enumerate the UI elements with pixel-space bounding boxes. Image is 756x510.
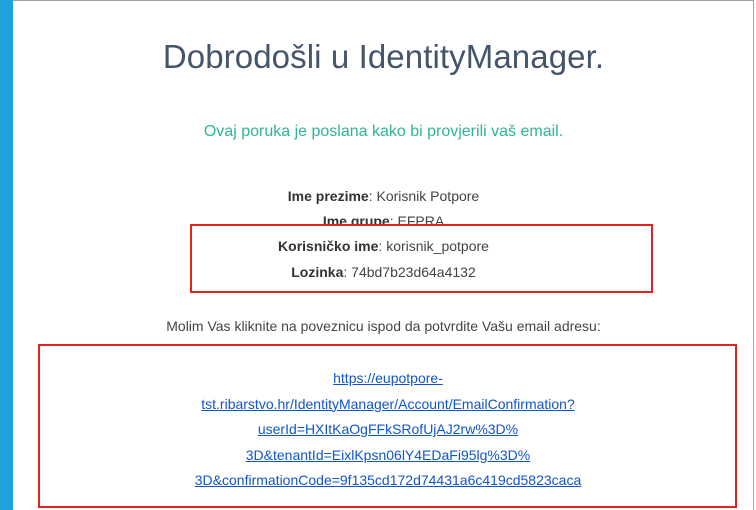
field-separator: : bbox=[368, 188, 377, 204]
email-title: Dobrodošli u IdentityManager. bbox=[162, 38, 605, 75]
link-line[interactable]: 3D&tenantId=EixlKpsn06lY4EDaFi95lg%3D% bbox=[246, 447, 530, 463]
field-value: Korisnik Potpore bbox=[376, 188, 480, 204]
confirmation-link[interactable]: https://eupotpore- tst.ribarstvo.hr/Iden… bbox=[195, 370, 581, 488]
link-line[interactable]: tst.ribarstvo.hr/IdentityManager/Account… bbox=[201, 396, 575, 412]
confirmation-instruction: Molim Vas kliknite na poveznicu ispod da… bbox=[166, 318, 601, 334]
confirmation-link-block: https://eupotpore- tst.ribarstvo.hr/Iden… bbox=[40, 366, 736, 494]
credentials-highlight-box bbox=[190, 224, 653, 293]
link-line[interactable]: 3D&confirmationCode=9f135cd172d74431a6c4… bbox=[195, 472, 581, 488]
link-line[interactable]: userId=HXItKaOgFFkSRofUjAJ2rw%3D% bbox=[258, 421, 518, 437]
email-view: Dobrodošli u IdentityManager. Ovaj poruk… bbox=[0, 0, 756, 510]
field-full-name: Ime prezime: Korisnik Potpore bbox=[13, 188, 754, 204]
link-line[interactable]: https://eupotpore- bbox=[333, 370, 443, 386]
left-accent-bar bbox=[0, 0, 13, 510]
email-subtitle: Ovaj poruka je poslana kako bi provjeril… bbox=[203, 123, 564, 140]
field-label: Ime prezime bbox=[287, 188, 369, 204]
